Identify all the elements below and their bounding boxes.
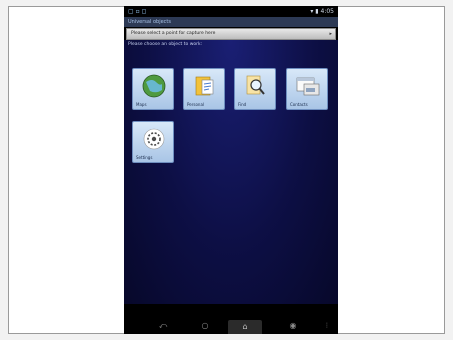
phone-screen: ▢ ▫ ◻ ▾ ▮ 4:05 Universal objects Please … — [124, 6, 338, 334]
tile-settings[interactable]: Settings — [132, 121, 174, 163]
tile-label: Settings — [136, 155, 153, 160]
back-icon[interactable]: ⤺ — [154, 320, 172, 332]
recents-icon[interactable]: ○ — [196, 320, 214, 332]
globe-icon — [142, 74, 166, 98]
point-select-dropdown[interactable]: Please select a point for capture here ▸ — [126, 28, 336, 40]
search-icon — [246, 75, 265, 95]
overflow-icon[interactable]: ⋮ — [318, 320, 336, 332]
menu-icon[interactable]: ◉ — [284, 320, 302, 332]
folder-icon — [195, 76, 214, 96]
navigation-bar: ⤺ ○ ⌂ ◉ ⋮ — [124, 318, 338, 334]
dialog-icon — [296, 77, 320, 96]
tile-find[interactable]: Find — [234, 68, 276, 110]
chevron-down-icon: ▸ — [329, 31, 332, 37]
choose-object-prompt: Please choose an object to work: — [128, 42, 203, 47]
tile-label: Contacts — [290, 102, 308, 107]
tile-maps[interactable]: Maps — [132, 68, 174, 110]
tile-label: Find — [238, 102, 247, 107]
tile-personal[interactable]: Personal — [183, 68, 225, 110]
status-bar: ▢ ▫ ◻ ▾ ▮ 4:05 — [124, 6, 338, 17]
settings-icon — [143, 128, 165, 150]
dropdown-label: Please select a point for capture here — [131, 31, 216, 36]
status-icons-right: ▾ ▮ 4:05 — [310, 8, 334, 15]
main-content: Please choose an object to work: Maps Pe… — [124, 40, 338, 304]
tile-label: Maps — [136, 102, 147, 107]
app-title-bar: Universal objects — [124, 17, 338, 27]
tile-contacts[interactable]: Contacts — [286, 68, 328, 110]
home-button[interactable]: ⌂ — [228, 320, 262, 334]
home-icon: ⌂ — [242, 322, 248, 331]
status-icons-left: ▢ ▫ ◻ — [128, 8, 147, 15]
tile-label: Personal — [187, 102, 205, 107]
